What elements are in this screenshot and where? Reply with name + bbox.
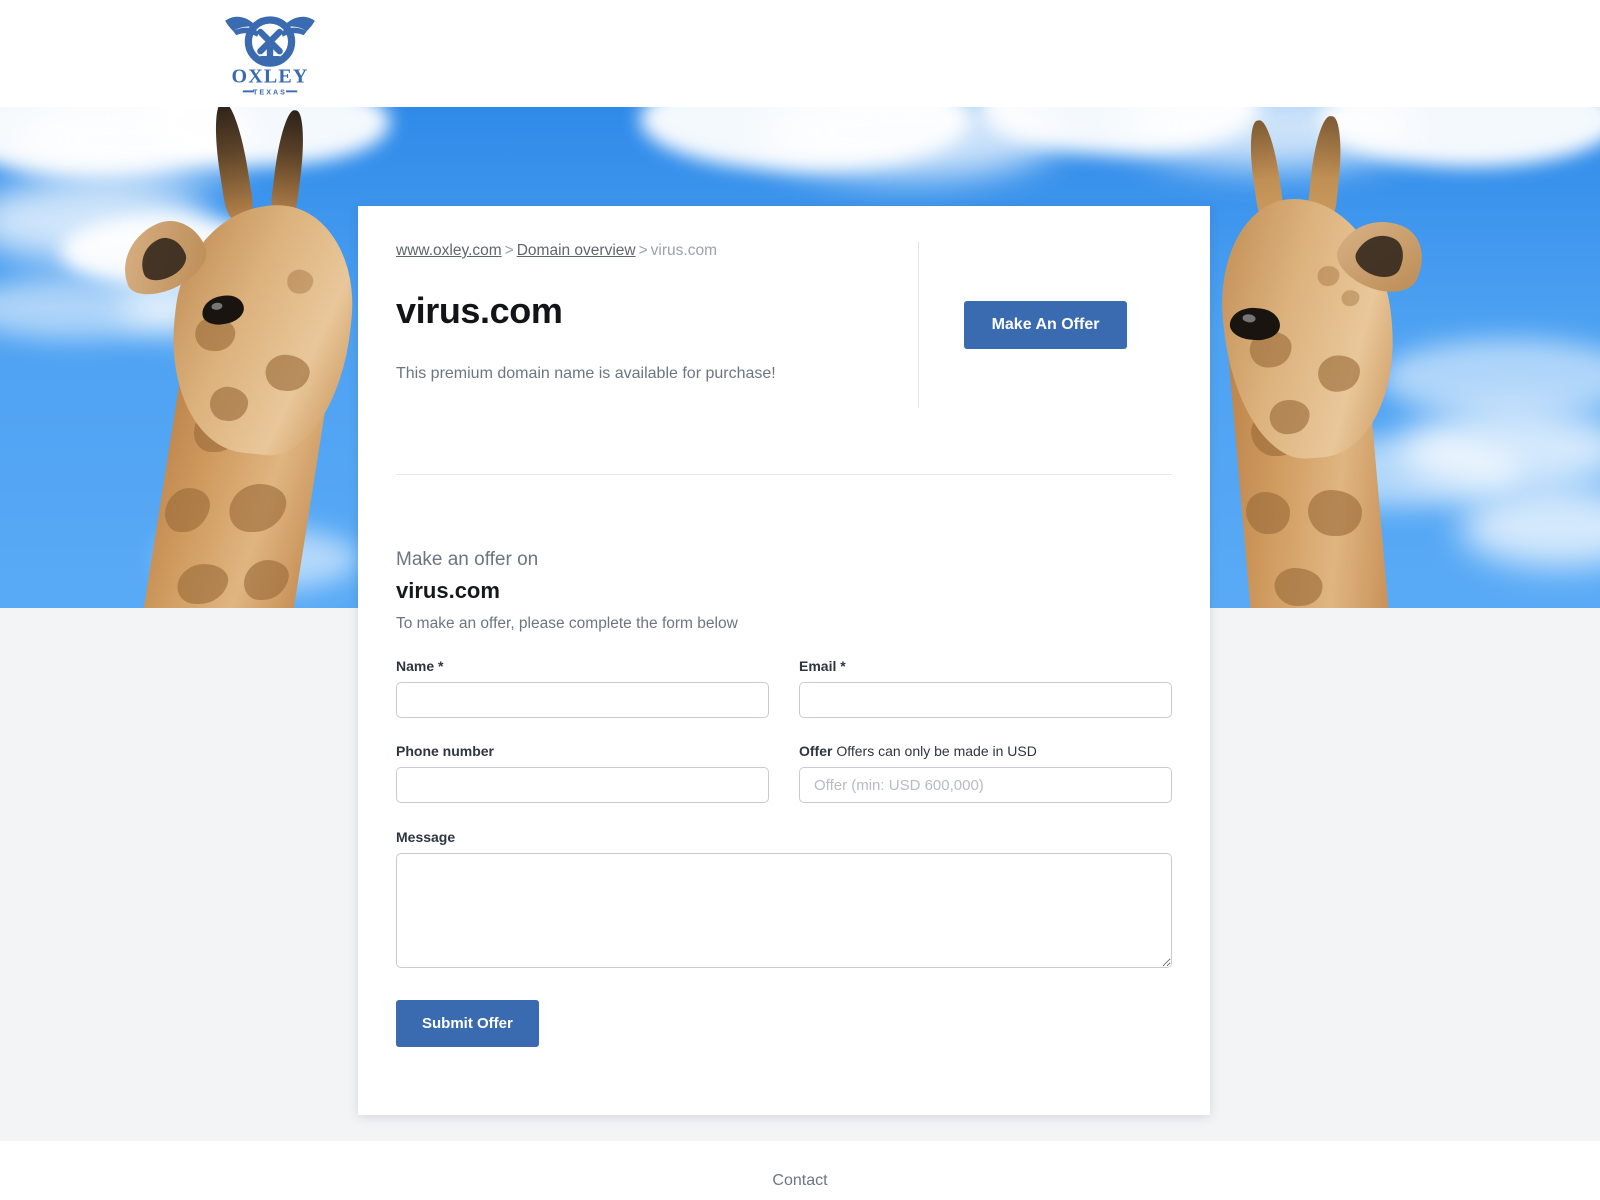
form-domain-name: virus.com	[396, 578, 500, 603]
field-group-phone: Phone number	[396, 743, 769, 803]
email-label: Email *	[799, 658, 1172, 674]
offer-label: Offer Offers can only be made in USD	[799, 743, 1172, 759]
breadcrumb-overview-link[interactable]: Domain overview	[517, 242, 636, 259]
offer-form: Make an offer on virus.com To make an of…	[396, 475, 1172, 1115]
submit-offer-button[interactable]: Submit Offer	[396, 1000, 539, 1047]
breadcrumb-current: virus.com	[650, 242, 717, 259]
breadcrumb-home-link[interactable]: www.oxley.com	[396, 242, 502, 259]
message-textarea[interactable]	[396, 853, 1172, 968]
form-intro-text: To make an offer, please complete the fo…	[396, 615, 738, 632]
phone-label-text: Phone number	[396, 743, 495, 759]
name-label: Name *	[396, 658, 769, 674]
card-right-column: Make An Offer	[918, 242, 1172, 408]
name-required-marker: *	[438, 658, 444, 674]
phone-input[interactable]	[396, 767, 769, 803]
oxley-longhorn-logo[interactable]: OXLEY TEXAS	[222, 8, 318, 100]
availability-text: This premium domain name is available fo…	[396, 364, 776, 382]
field-group-name: Name *	[396, 658, 769, 718]
card-top-section: www.oxley.com > Domain overview > virus.com …	[396, 206, 1172, 408]
site-footer: Contact	[0, 1141, 1600, 1200]
logo-subtext: TEXAS	[253, 87, 287, 96]
phone-label: Phone number	[396, 743, 769, 759]
field-group-offer: Offer Offers can only be made in USD	[799, 743, 1172, 803]
offer-label-text: Offer	[799, 743, 833, 759]
breadcrumb-separator-2: >	[638, 242, 648, 259]
make-an-offer-button[interactable]: Make An Offer	[963, 301, 1128, 349]
footer-contact-link[interactable]: Contact	[772, 1172, 827, 1190]
form-kicker: Make an offer on	[396, 549, 539, 570]
email-required-marker: *	[840, 658, 846, 674]
card-left-column: www.oxley.com > Domain overview > virus.com …	[396, 242, 918, 408]
message-label: Message	[396, 829, 1172, 845]
form-row-phone-offer: Phone number Offer Offers can only be ma…	[396, 743, 1172, 803]
offer-input[interactable]	[799, 767, 1172, 803]
site-header: OXLEY TEXAS	[0, 0, 1600, 107]
breadcrumb-separator-1: >	[504, 242, 514, 259]
offer-currency-hint: Offers can only be made in USD	[836, 743, 1037, 759]
page-title: virus.com	[396, 289, 563, 331]
message-label-text: Message	[396, 829, 456, 845]
logo-wordmark: OXLEY	[231, 65, 308, 87]
email-label-text: Email	[799, 658, 837, 674]
form-row-name-email: Name * Email *	[396, 658, 1172, 718]
name-input[interactable]	[396, 682, 769, 718]
field-group-message: Message	[396, 829, 1172, 968]
field-group-email: Email *	[799, 658, 1172, 718]
breadcrumb: www.oxley.com > Domain overview > virus.com	[396, 242, 898, 261]
name-label-text: Name	[396, 658, 435, 674]
email-input[interactable]	[799, 682, 1172, 718]
domain-card: www.oxley.com > Domain overview > virus.com …	[358, 206, 1210, 1115]
